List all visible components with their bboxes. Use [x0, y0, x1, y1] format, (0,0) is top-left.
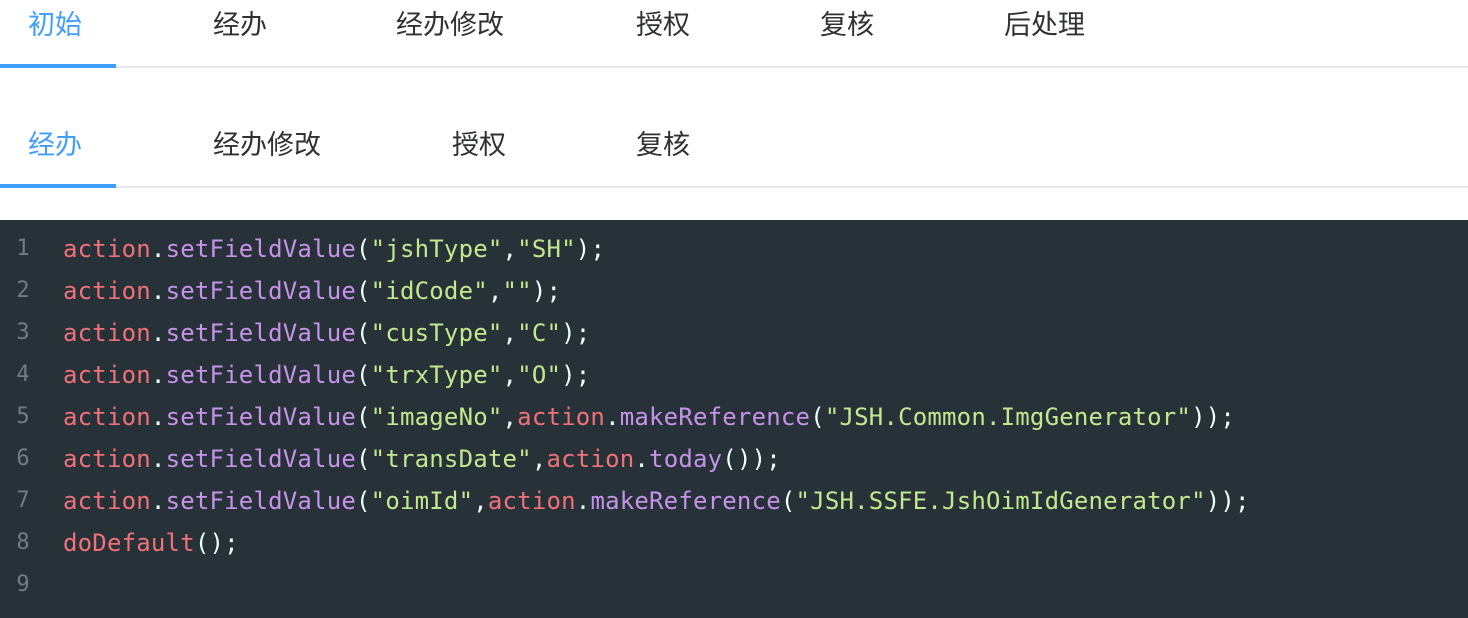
top-tab-bar: 初始 经办 经办修改 授权 复核 后处理	[0, 0, 1468, 68]
line-number: 1	[16, 236, 30, 261]
code-text: doDefault();	[63, 529, 239, 557]
code-text: action.setFieldValue("jshType","SH");	[63, 235, 606, 263]
tab-authorize[interactable]: 授权	[636, 0, 690, 66]
tab-initial[interactable]: 初始	[28, 0, 82, 66]
tab-post-process[interactable]: 后处理	[1004, 0, 1085, 66]
active-subtab-indicator	[0, 184, 116, 188]
tab-review[interactable]: 复核	[820, 0, 874, 66]
code-text: action.setFieldValue("transDate",action.…	[63, 445, 781, 473]
tab-handle-modify[interactable]: 经办修改	[396, 0, 504, 66]
code-text: action.setFieldValue("trxType","O");	[63, 361, 591, 389]
code-text: action.setFieldValue("idCode","");	[63, 277, 562, 305]
tab-handle[interactable]: 经办	[213, 0, 267, 66]
subtab-handle[interactable]: 经办	[28, 120, 82, 186]
subtab-review[interactable]: 复核	[636, 120, 690, 186]
line-number: 7	[16, 488, 30, 513]
line-number: 9	[16, 572, 30, 597]
line-number: 4	[16, 362, 30, 387]
sub-tab-bar: 经办 经办修改 授权 复核	[0, 120, 1468, 188]
line-number: 5	[16, 404, 30, 429]
active-tab-indicator	[0, 64, 116, 68]
subtab-handle-modify[interactable]: 经办修改	[213, 120, 321, 186]
line-number: 3	[16, 320, 30, 345]
code-text: action.setFieldValue("cusType","C");	[63, 319, 591, 347]
line-number: 6	[16, 446, 30, 471]
line-number: 8	[16, 530, 30, 555]
code-editor[interactable]: 1 action.setFieldValue("jshType","SH"); 2 a…	[0, 220, 1468, 618]
code-text: action.setFieldValue("imageNo",action.ma…	[63, 403, 1236, 431]
line-number: 2	[16, 278, 30, 303]
subtab-authorize[interactable]: 授权	[452, 120, 506, 186]
code-text: action.setFieldValue("oimId",action.make…	[63, 487, 1250, 515]
